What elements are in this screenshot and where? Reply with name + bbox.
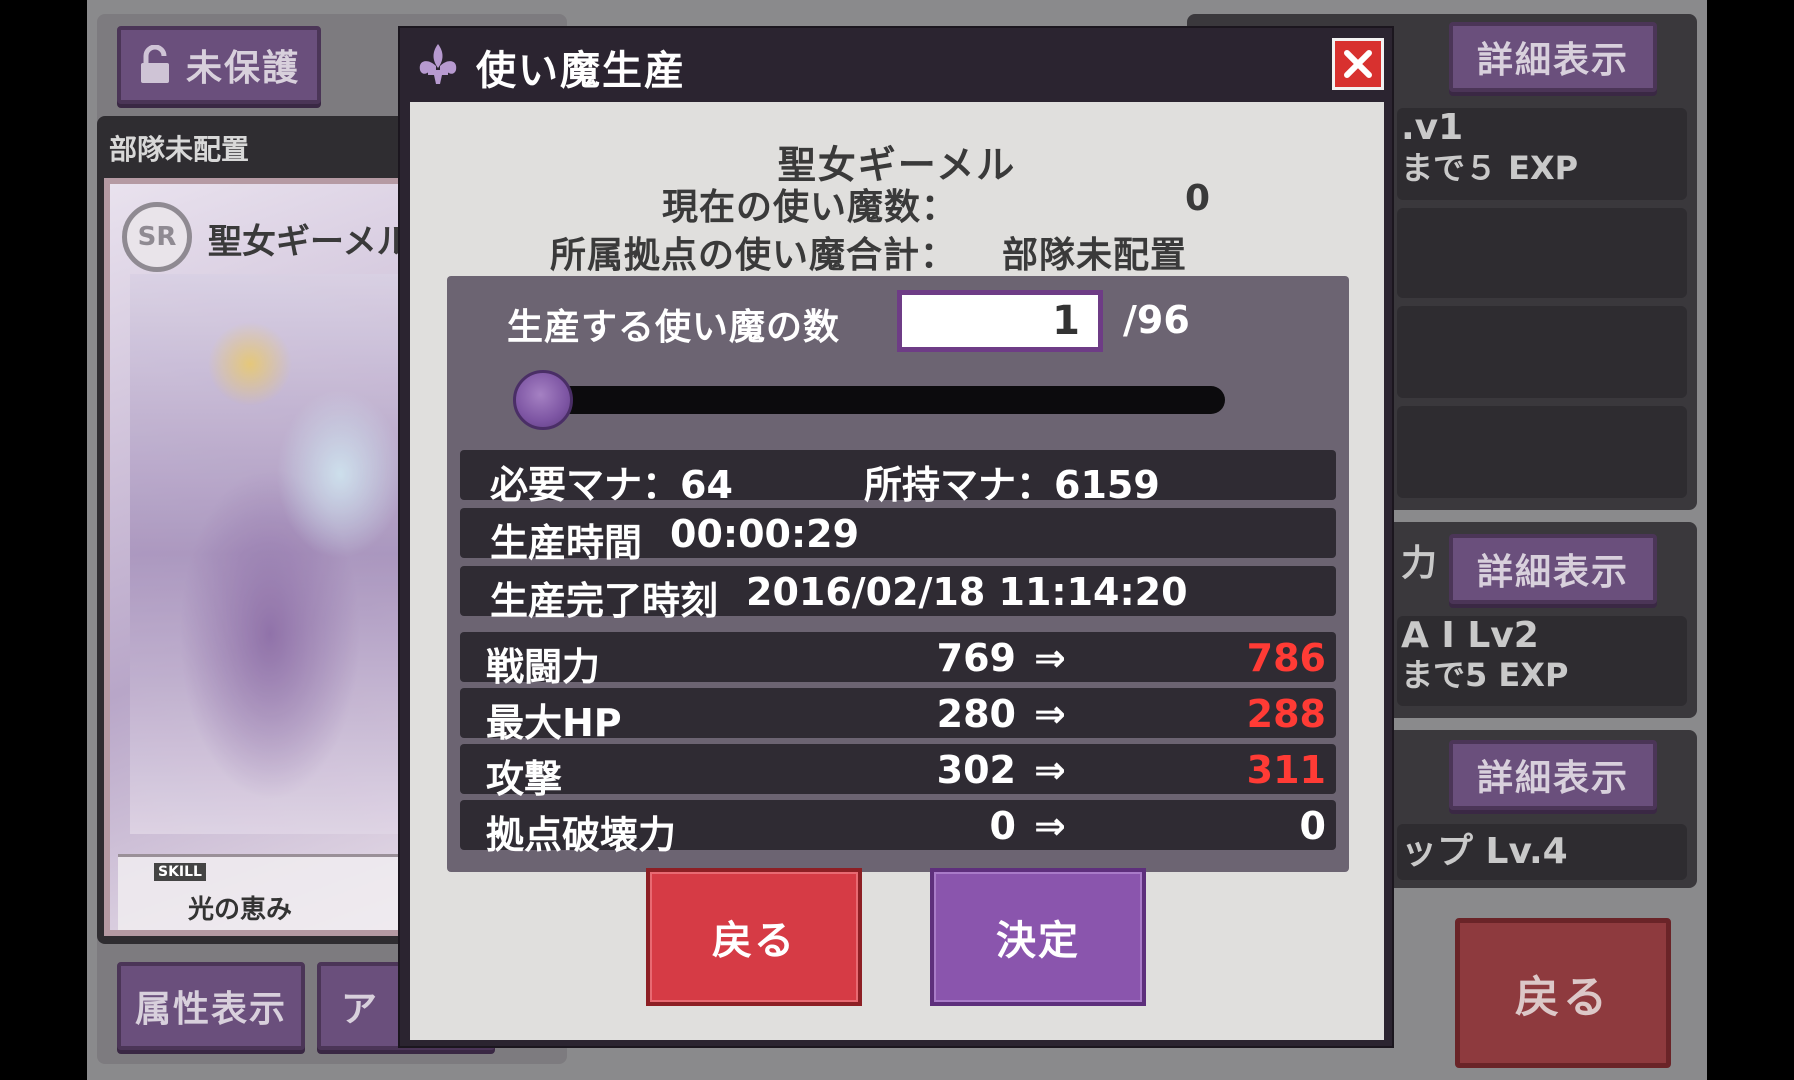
- right-row-empty-1: [1397, 208, 1687, 298]
- attribute-label: 属性表示: [134, 989, 287, 1030]
- dialog-header: 使い魔生産: [400, 28, 1392, 100]
- protect-button[interactable]: 未保護: [117, 26, 321, 104]
- back-button[interactable]: 戻る: [646, 868, 862, 1006]
- arrow-icon: ⇒: [1034, 692, 1066, 736]
- right-row-empty-3: [1397, 406, 1687, 498]
- protect-label: 未保護: [185, 48, 300, 89]
- produce-count-slider-thumb[interactable]: [513, 370, 573, 430]
- stat-row: 最大HP 280 ⇒ 288: [460, 688, 1336, 745]
- unit-card[interactable]: SR 聖女ギーメル SKILL 光の恵み: [104, 178, 416, 936]
- stat-row: 攻撃 302 ⇒ 311: [460, 744, 1336, 801]
- back-button-label: 戻る: [712, 918, 796, 964]
- stat-before: 280: [936, 692, 1016, 736]
- lock-icon: [138, 44, 172, 85]
- stat-label: 戦闘力: [486, 645, 601, 689]
- stat-before: 0: [989, 804, 1016, 848]
- detail-button-3[interactable]: 詳細表示: [1449, 740, 1657, 810]
- right-row-4: ップ Lv.4: [1397, 824, 1687, 880]
- right-row-2: 力: [1397, 534, 1457, 584]
- dialog-title: 使い魔生産: [476, 48, 686, 94]
- detail-label-3: 詳細表示: [1476, 758, 1629, 799]
- completion-time-value: 2016/02/18 11:14:20: [746, 570, 1188, 614]
- close-icon: [1344, 50, 1372, 78]
- stat-row: 戦闘力 769 ⇒ 786: [460, 632, 1336, 689]
- unit-status: 部隊未配置: [109, 133, 250, 166]
- background-back-label: 戻る: [1515, 972, 1611, 1023]
- mana-required: 必要マナ：64: [490, 463, 733, 507]
- detail-button-1[interactable]: 詳細表示: [1449, 22, 1657, 92]
- detail-label-2: 詳細表示: [1476, 552, 1629, 593]
- produce-count-label: 生産する使い魔の数: [507, 307, 841, 348]
- stat-label: 攻撃: [486, 757, 563, 801]
- skill-name: 光の恵み: [188, 895, 293, 925]
- right-row-1-line2: まで５ EXP: [1401, 149, 1579, 187]
- stat-before: 769: [936, 636, 1016, 680]
- fleur-de-lis-icon: [414, 40, 462, 88]
- confirm-button[interactable]: 決定: [930, 868, 1146, 1006]
- other-label: ア: [341, 989, 380, 1030]
- card-art: [130, 274, 410, 834]
- completion-time-label: 生産完了時刻: [490, 579, 719, 623]
- dialog-body: 聖女ギーメル 現在の使い魔数： 0 所属拠点の使い魔合計： 部隊未配置 生産する…: [410, 102, 1384, 1040]
- attribute-button[interactable]: 属性表示: [117, 962, 305, 1050]
- stat-after: 288: [1246, 692, 1326, 736]
- stat-after: 0: [1299, 804, 1326, 848]
- card-name: 聖女ギーメル: [208, 222, 411, 262]
- confirm-button-label: 決定: [996, 918, 1080, 964]
- base-total-label: 所属拠点の使い魔合計：: [550, 235, 958, 276]
- produce-count-max: /96: [1123, 298, 1190, 342]
- right-row-1: .v1 まで５ EXP: [1397, 108, 1687, 200]
- production-time-row: 生産時間 00:00:29: [460, 508, 1336, 565]
- right-row-3: A I Lv2 まで5 EXP: [1397, 616, 1687, 706]
- completion-time-row: 生産完了時刻 2016/02/18 11:14:20: [460, 566, 1336, 623]
- mana-row: 必要マナ：64 所持マナ：6159: [460, 450, 1336, 507]
- right-row-2-text: 力: [1401, 543, 1438, 584]
- stat-after: 311: [1246, 748, 1326, 792]
- produce-count-input[interactable]: [897, 290, 1103, 352]
- stat-label: 拠点破壊力: [486, 813, 677, 857]
- current-count-label: 現在の使い魔数：: [662, 187, 959, 228]
- stat-row: 拠点破壊力 0 ⇒ 0: [460, 800, 1336, 857]
- produce-count-slider-track[interactable]: [525, 386, 1225, 414]
- rarity-badge: SR: [122, 202, 192, 272]
- detail-button-2[interactable]: 詳細表示: [1449, 534, 1657, 604]
- right-row-3-line2: まで5 EXP: [1401, 656, 1569, 694]
- right-row-4-text: ップ Lv.4: [1401, 831, 1568, 872]
- current-count-value: 0: [1185, 178, 1212, 219]
- production-panel: 生産する使い魔の数 /96 必要マナ：64 所持マナ：6159 生産時間 00:…: [447, 276, 1349, 872]
- skill-box: SKILL 光の恵み: [118, 854, 410, 930]
- stat-before: 302: [936, 748, 1016, 792]
- stat-after: 786: [1246, 636, 1326, 680]
- arrow-icon: ⇒: [1034, 804, 1066, 848]
- arrow-icon: ⇒: [1034, 636, 1066, 680]
- mana-owned: 所持マナ：6159: [864, 463, 1160, 507]
- stat-label: 最大HP: [486, 701, 622, 745]
- base-total-value: 部隊未配置: [1002, 235, 1188, 276]
- arrow-icon: ⇒: [1034, 748, 1066, 792]
- background-back-button[interactable]: 戻る: [1455, 918, 1671, 1068]
- right-row-3-line1: A I Lv2: [1401, 615, 1539, 656]
- production-time-value: 00:00:29: [670, 512, 860, 556]
- right-row-empty-2: [1397, 306, 1687, 398]
- rarity-text: SR: [137, 222, 177, 252]
- skill-tag: SKILL: [154, 863, 206, 881]
- close-button[interactable]: [1332, 38, 1384, 90]
- right-row-1-line1: .v1: [1401, 107, 1464, 148]
- detail-label-1: 詳細表示: [1476, 40, 1629, 81]
- production-time-label: 生産時間: [490, 521, 643, 565]
- familiar-production-dialog: 使い魔生産 聖女ギーメル 現在の使い魔数： 0 所属拠点の使い魔合計： 部隊未配…: [398, 26, 1394, 1048]
